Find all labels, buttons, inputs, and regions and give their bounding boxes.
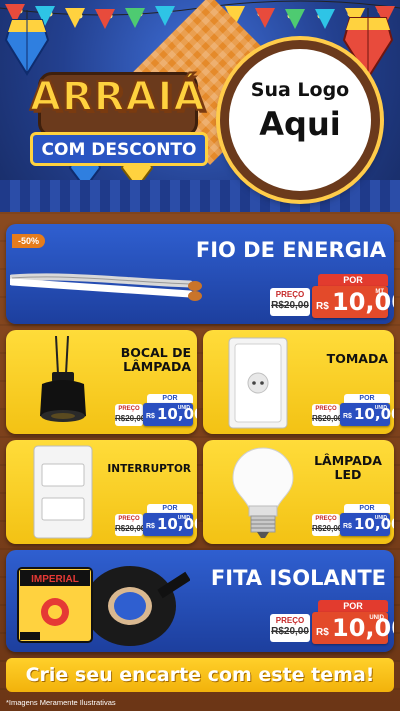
current-price-box: R$ 10,00 UNID: [143, 513, 197, 536]
price-tag: POR PREÇO R$20,00 R$ 10,00 UNID: [312, 504, 394, 536]
price-tag: POR PREÇO R$20,00 R$ 10,00 UNID: [115, 394, 197, 426]
price-por-label: POR: [318, 274, 388, 286]
outlet-image: [228, 337, 288, 429]
switch-image: [33, 445, 93, 539]
product-card-wire[interactable]: -50% FIO DE ENERGIA POR PREÇO R$20,00 R$…: [6, 224, 394, 324]
current-price-box: R$ 10,00 UNID: [340, 403, 394, 426]
price-unit: UNID: [374, 405, 387, 411]
product-card-switch[interactable]: INTERRUPTOR POR PREÇO R$20,00 R$ 10,00 U…: [6, 440, 197, 544]
product-title: INTERRUPTOR: [107, 463, 191, 475]
wire-image: [10, 273, 202, 301]
old-price-box: PREÇO R$20,00: [270, 288, 310, 316]
old-price-box: PREÇO R$20,00: [312, 514, 343, 536]
page-subtitle: COM DESCONTO: [41, 140, 197, 160]
current-price: 10,00: [332, 288, 394, 316]
price-tag: POR PREÇO R$20,00 R$ 10,00 MT: [270, 274, 394, 318]
price-por-label: POR: [147, 504, 193, 513]
price-por-label: POR: [344, 504, 390, 513]
subtitle-box: COM DESCONTO: [30, 132, 208, 166]
current-price-box: R$ 10,00 UNID: [143, 403, 197, 426]
cta-banner[interactable]: Crie seu encarte com este tema!: [6, 658, 394, 692]
logo-placeholder[interactable]: Sua Logo Aqui: [220, 40, 380, 200]
currency-symbol: R$: [343, 413, 352, 420]
old-price-label: PREÇO: [275, 290, 305, 299]
old-price-label: PREÇO: [118, 516, 140, 522]
price-unit: MT: [375, 289, 384, 295]
old-price-box: PREÇO R$20,00: [115, 514, 146, 536]
tape-brand: IMPERIAL: [31, 574, 79, 585]
price-por-label: POR: [318, 600, 388, 612]
currency-symbol: R$: [146, 523, 155, 530]
price-por-label: POR: [147, 394, 193, 403]
old-price-box: PREÇO R$20,00: [312, 404, 343, 426]
currency-symbol: R$: [316, 301, 329, 312]
page-title: ARRAIÁ: [29, 73, 206, 121]
price-tag: POR PREÇO R$20,00 R$ 10,00 UNID: [270, 600, 394, 644]
current-price-box: R$ 10,00 UNID: [312, 612, 394, 644]
product-title: FITA ISOLANTE: [210, 566, 386, 590]
old-price-label: PREÇO: [315, 406, 337, 412]
product-card-tape[interactable]: IMPERIAL FITA ISOLANTE POR PREÇO R$20,00…: [6, 550, 394, 652]
old-price: R$20,00: [312, 414, 343, 423]
currency-symbol: R$: [343, 523, 352, 530]
old-price: R$20,00: [312, 524, 343, 533]
cta-text: Crie seu encarte com este tema!: [25, 664, 375, 686]
product-card-socket[interactable]: BOCAL DE LÂMPADA POR PREÇO R$20,00 R$ 10…: [6, 330, 197, 434]
old-price: R$20,00: [115, 414, 146, 423]
old-price-label: PREÇO: [118, 406, 140, 412]
old-price: R$20,00: [115, 524, 146, 533]
currency-symbol: R$: [146, 413, 155, 420]
price-unit: UNID: [369, 615, 384, 621]
price-unit: UNID: [177, 515, 190, 521]
led-bulb-image: [232, 447, 294, 538]
insulating-tape-image: IMPERIAL: [17, 566, 190, 646]
price-por-label: POR: [344, 394, 390, 403]
current-price-box: R$ 10,00 MT: [312, 286, 394, 318]
currency-symbol: R$: [316, 627, 329, 638]
disclaimer-text: *Imagens Meramente Ilustrativas: [6, 698, 116, 707]
logo-text-line1: Sua Logo: [250, 79, 350, 101]
product-card-outlet[interactable]: TOMADA POR PREÇO R$20,00 R$ 10,00 UNID: [203, 330, 394, 434]
discount-badge: -50%: [12, 234, 46, 248]
product-title: FIO DE ENERGIA: [195, 238, 386, 262]
old-price-label: PREÇO: [315, 516, 337, 522]
current-price-box: R$ 10,00 UNID: [340, 513, 394, 536]
product-title: BOCAL DE LÂMPADA: [120, 345, 191, 374]
old-price-box: PREÇO R$20,00: [115, 404, 146, 426]
old-price: R$20,00: [271, 300, 309, 311]
product-title: TOMADA: [326, 351, 388, 366]
old-price: R$20,00: [271, 626, 309, 637]
lamp-socket-image: [40, 336, 86, 422]
arraia-sign: ARRAIÁ COM DESCONTO: [29, 60, 208, 175]
product-title: LÂMPADA LED: [314, 453, 382, 482]
logo-text-line2: Aqui: [259, 105, 341, 143]
price-tag: POR PREÇO R$20,00 R$ 10,00 UNID: [312, 394, 394, 426]
product-card-led-bulb[interactable]: LÂMPADA LED POR PREÇO R$20,00 R$ 10,00 U…: [203, 440, 394, 544]
price-tag: POR PREÇO R$20,00 R$ 10,00 UNID: [115, 504, 197, 536]
price-unit: UNID: [374, 515, 387, 521]
old-price-label: PREÇO: [275, 616, 305, 625]
old-price-box: PREÇO R$20,00: [270, 614, 310, 642]
current-price: 10,00: [332, 614, 394, 642]
price-unit: UNID: [177, 405, 190, 411]
header-banner: ARRAIÁ COM DESCONTO Sua Logo Aqui: [0, 0, 400, 212]
